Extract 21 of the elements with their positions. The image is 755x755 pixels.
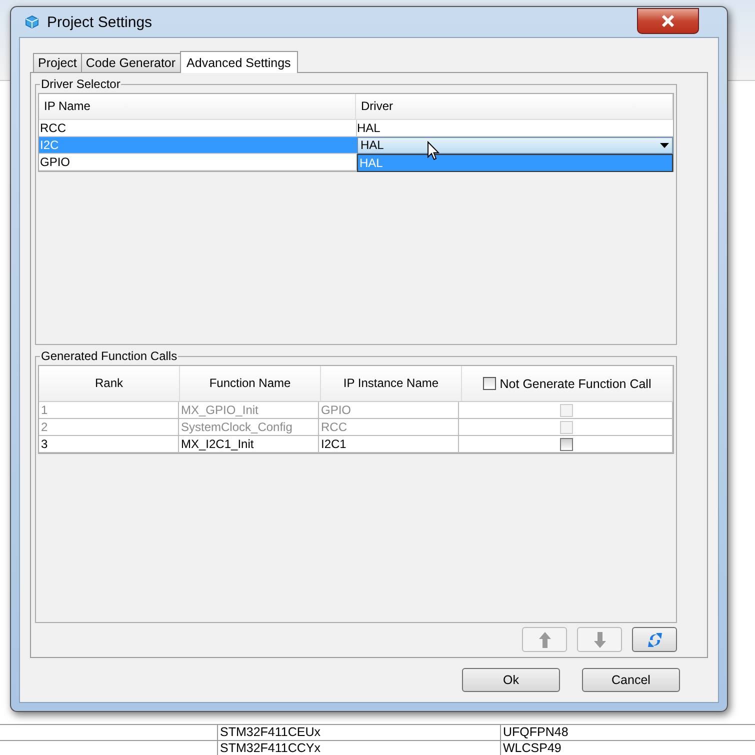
table-cell: GPIO bbox=[319, 402, 459, 418]
table-cell: WLCSP49 bbox=[500, 741, 755, 755]
table-cell: MX_I2C1_Init bbox=[179, 436, 319, 452]
table-cell: STM32F411CCYx bbox=[217, 741, 500, 755]
table-cell: 2 bbox=[39, 419, 179, 435]
column-header: Driver bbox=[356, 94, 673, 119]
table-cell: RCC bbox=[319, 419, 459, 435]
table-cell: MX_GPIO_Init bbox=[179, 402, 319, 418]
table-cell: 1 bbox=[39, 402, 179, 418]
table-cell: STM32F411CEUx bbox=[217, 725, 500, 740]
window-title: Project Settings bbox=[47, 14, 152, 30]
column-header: Function Name bbox=[180, 366, 321, 401]
group-title: Driver Selector bbox=[40, 77, 122, 91]
group-title: Generated Function Calls bbox=[40, 349, 178, 363]
table-cell: SystemClock_Config bbox=[179, 419, 319, 435]
table-cell: 3 bbox=[39, 436, 179, 452]
column-header: IP Instance Name bbox=[321, 366, 462, 401]
column-header: IP Name bbox=[39, 94, 356, 119]
table-cell: UFQFPN48 bbox=[500, 725, 755, 740]
table-cell: I2C1 bbox=[319, 436, 459, 452]
column-header: Rank bbox=[39, 366, 180, 401]
